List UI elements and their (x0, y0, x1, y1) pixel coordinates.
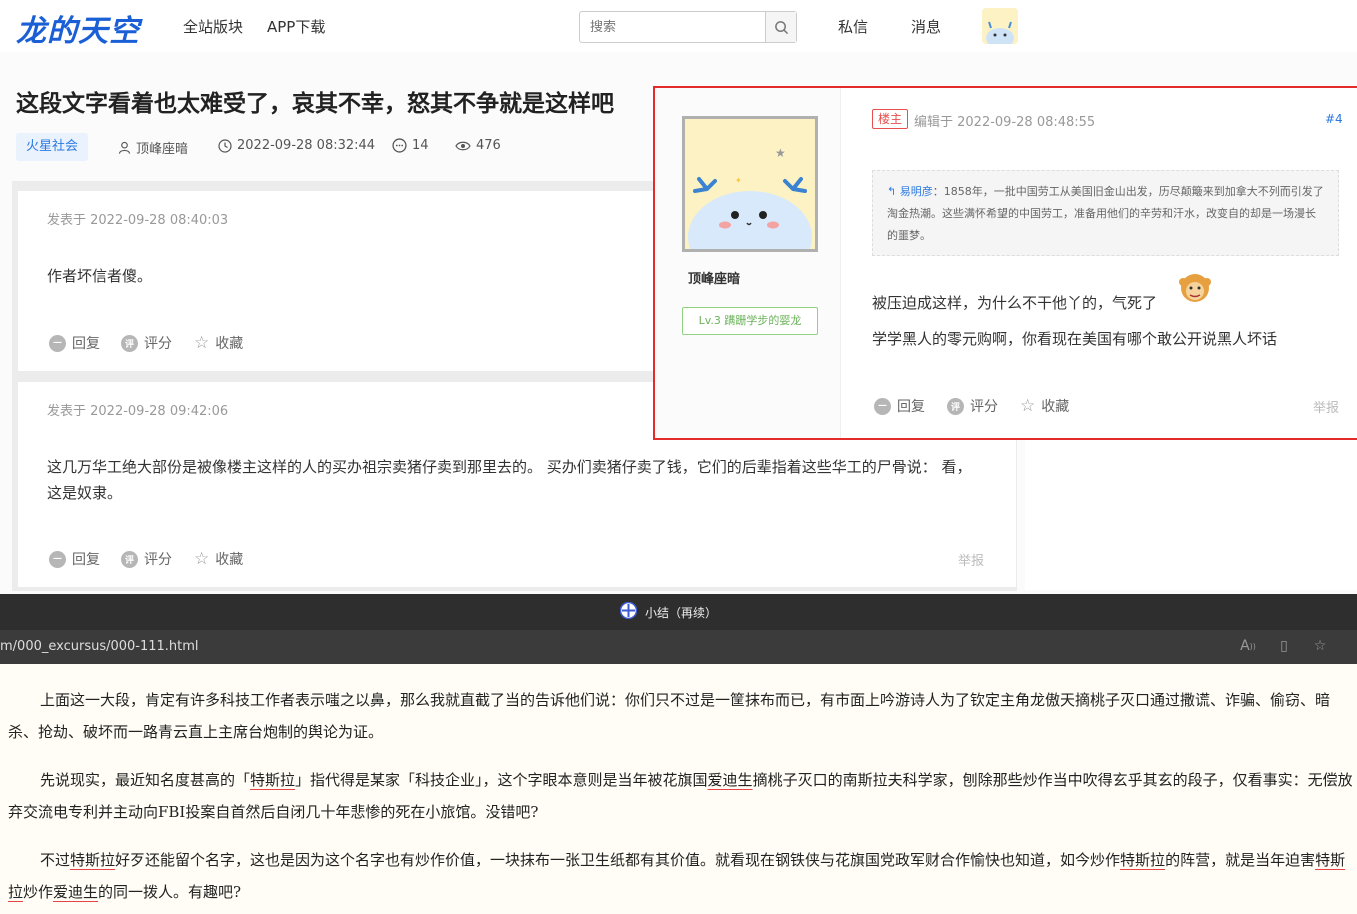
nav-notifications[interactable]: 消息 (911, 16, 941, 37)
comment-date: 发表于 2022-09-28 08:40:03 (47, 213, 229, 228)
category-badge[interactable]: 火星社会 (16, 133, 89, 161)
star-icon: ☆ (194, 549, 210, 569)
eye-icon (455, 141, 471, 150)
link-edison[interactable]: 爱迪生 (53, 883, 98, 901)
report-link[interactable]: 举报 (958, 550, 984, 569)
rate-button[interactable]: 评评分 (121, 549, 172, 569)
reply-icon: — (49, 334, 66, 352)
quote-block: ↰ 易明彦：1858年，一批中国劳工从美国旧金山出发，历尽颠簸来到加拿大不列而引… (872, 170, 1339, 256)
post-line-1: 被压迫成这样，为什么不干他丫的，气死了 (872, 294, 1158, 312)
article-paragraph: 先说现实，最近知名度甚高的「特斯拉」指代得是某家「科技企业」，这个字眼本意则是当… (8, 771, 1353, 821)
search-input[interactable] (580, 12, 766, 42)
post-title: 这段文字看着也太难受了，哀其不幸，怒其不争就是这样吧 (16, 91, 614, 117)
quote-text: ：1858年，一批中国劳工从美国旧金山出发，历尽颠簸来到加拿大不列而引发了淘金热… (887, 185, 1324, 242)
clock-icon (218, 138, 232, 153)
report-link[interactable]: 举报 (1313, 397, 1339, 416)
post-comment-count: 14 (392, 138, 429, 153)
sidebar-panel (1025, 440, 1357, 590)
reply-button[interactable]: — 回复 (874, 396, 925, 416)
link-tesla[interactable]: 特斯拉 (70, 851, 115, 869)
post-line-2: 学学黑人的零元购啊，你看现在美国有哪个敢公开说黑人坏话 (872, 330, 1278, 348)
author-name: 顶峰座暗 (136, 142, 189, 157)
read-aloud-icon[interactable]: A)) (1238, 636, 1258, 656)
site-logo[interactable]: 龙的天空 (16, 6, 140, 50)
site-favicon-icon (619, 601, 638, 620)
rate-button[interactable]: 评评分 (947, 396, 998, 416)
favorite-button[interactable]: ☆ 收藏 (194, 549, 243, 569)
rate-icon: 评 (121, 334, 138, 352)
edit-timestamp: 编辑于 2022-09-28 08:48:55 (914, 115, 1096, 130)
favorite-button[interactable]: ☆ 收藏 (1020, 396, 1069, 416)
nav-app-download[interactable]: APP下载 (267, 16, 325, 37)
reply-button[interactable]: — 回复 (49, 549, 100, 569)
monkey-emoji-icon (1175, 268, 1215, 308)
star-icon: ☆ (1020, 396, 1036, 416)
link-edison[interactable]: 爱迪生 (708, 771, 753, 789)
link-tesla[interactable]: 特斯拉 (1120, 851, 1165, 869)
rate-button[interactable]: 评评分 (121, 333, 172, 353)
search-box (579, 11, 797, 43)
reply-icon: — (874, 397, 891, 415)
article-paragraph: 不过特斯拉好歹还能留个名字，这也是因为这个名字也有炒作价值，一块抹布一张卫生纸都… (8, 851, 1346, 901)
floor-number[interactable]: #4 (1325, 112, 1343, 126)
star-icon: ☆ (194, 333, 210, 353)
post-datetime: 2022-09-28 08:32:44 (218, 138, 375, 153)
owner-tag: 楼主 (872, 109, 909, 129)
comment-icon (392, 138, 407, 153)
view-count: 476 (476, 138, 501, 153)
comment-text: 这几万华工绝大部份是被像楼主这样的人的买办祖宗卖猪仔卖到那里去的。 买办们卖猪仔… (47, 458, 972, 502)
author-level-badge: Lv.3 蹒跚学步的婴龙 (682, 307, 818, 335)
window-title: 小结（再续） (645, 606, 718, 620)
svg-text:★: ★ (775, 146, 786, 160)
datetime-text: 2022-09-28 08:32:44 (237, 138, 376, 153)
comment-text: 作者坏信者傻。 (47, 267, 153, 285)
author-username[interactable]: 顶峰座暗 (688, 268, 740, 287)
url-text[interactable]: m/000_excursus/000-111.html (0, 639, 199, 654)
comment-date: 发表于 2022-09-28 09:42:06 (47, 404, 229, 419)
link-tesla[interactable]: 特斯拉 (250, 771, 295, 789)
svg-text:✦: ✦ (735, 176, 742, 185)
author-avatar[interactable]: ★ ✦ (682, 116, 818, 252)
post-author[interactable]: 顶峰座暗 (118, 138, 188, 157)
rate-icon: 评 (947, 397, 964, 415)
search-button[interactable] (765, 12, 796, 42)
nav-all-boards[interactable]: 全站版块 (183, 16, 243, 37)
search-icon (774, 20, 788, 34)
address-bar[interactable] (0, 630, 1357, 664)
quote-author[interactable]: 易明彦 (900, 185, 933, 198)
favorite-button[interactable]: ☆ 收藏 (194, 333, 243, 353)
reader-view-icon[interactable]: ▯ (1274, 636, 1294, 656)
nav-private-messages[interactable]: 私信 (838, 16, 868, 37)
reply-button[interactable]: — 回复 (49, 333, 100, 353)
article-paragraph: 上面这一大段，肯定有许多科技工作者表示嗤之以鼻，那么我就直截了当的告诉他们说：你… (8, 691, 1331, 741)
post-view-count: 476 (455, 138, 501, 153)
quote-reply-icon: ↰ (887, 185, 897, 198)
user-avatar[interactable] (982, 8, 1018, 44)
rate-icon: 评 (121, 550, 138, 568)
comment-count: 14 (412, 138, 429, 153)
highlighted-post: ★ ✦ 顶峰座暗 Lv.3 蹒跚学步的婴龙 楼主 编辑于 2022-09-28 … (653, 86, 1357, 440)
reply-icon: — (49, 550, 66, 568)
user-icon (118, 141, 131, 154)
add-favorite-icon[interactable]: ☆ (1310, 636, 1330, 656)
